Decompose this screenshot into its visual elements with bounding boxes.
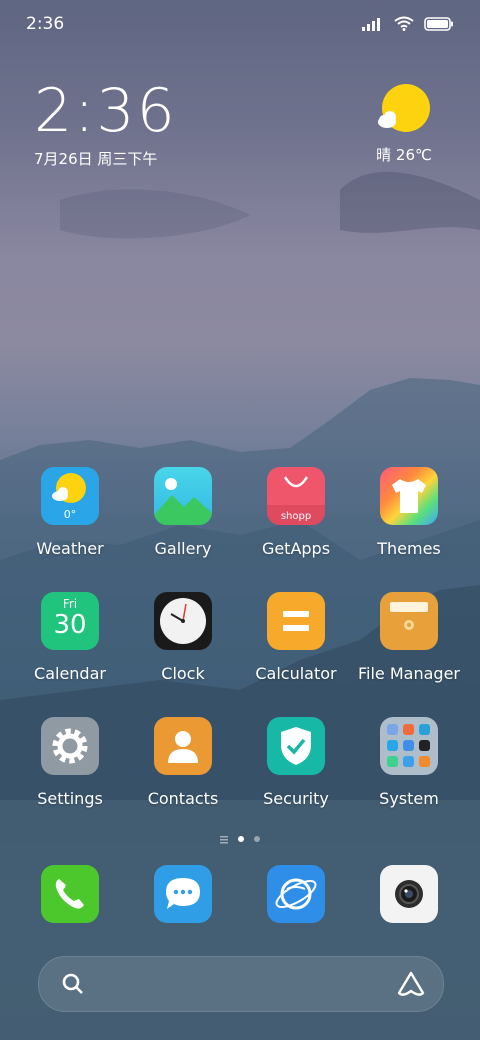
app-label: GetApps <box>261 539 331 558</box>
app-label: Themes <box>377 539 441 558</box>
gear-icon <box>41 717 99 775</box>
phone-icon <box>41 865 99 923</box>
app-label: Security <box>263 789 329 808</box>
weather-info: 晴 26℃ <box>364 144 444 165</box>
page-dot[interactable] <box>254 835 260 842</box>
signal-icon <box>362 16 384 35</box>
app-label: Calculator <box>255 664 337 683</box>
battery-icon <box>424 16 454 35</box>
app-contacts[interactable]: Contacts <box>127 717 239 808</box>
page-indicator[interactable] <box>0 829 480 848</box>
app-weather[interactable]: 0° Weather <box>14 467 126 558</box>
clock-icon <box>154 592 212 650</box>
app-security[interactable]: Security <box>240 717 352 808</box>
calendar-icon: Fri 30 <box>41 592 99 650</box>
page-dot-active[interactable] <box>238 835 244 842</box>
folder-icon <box>380 592 438 650</box>
app-themes[interactable]: Themes <box>353 467 465 558</box>
app-label: Settings <box>37 789 103 808</box>
weather-condition: 晴 <box>376 146 392 164</box>
tshirt-icon <box>380 467 438 525</box>
weather-widget[interactable]: 晴 26℃ <box>364 82 444 165</box>
app-file-manager[interactable]: File Manager <box>353 592 465 683</box>
sun-cloud-icon <box>376 82 432 138</box>
status-bar: 2:36 <box>0 0 480 50</box>
search-bar[interactable] <box>38 956 444 1012</box>
app-calculator[interactable]: Calculator <box>240 592 352 683</box>
chat-bubble-icon <box>154 865 212 923</box>
app-gallery[interactable]: Gallery <box>127 467 239 558</box>
status-icons <box>362 16 454 35</box>
widget-date: 7月26日 周三下午 <box>34 150 158 168</box>
app-label: Gallery <box>154 539 212 558</box>
folder-grid-icon <box>380 717 438 775</box>
app-getapps[interactable]: shopp GetApps <box>240 467 352 558</box>
calendar-day-number: 30 <box>53 610 87 640</box>
widget-time: 2:36 <box>34 76 177 146</box>
dock-phone[interactable] <box>14 865 126 923</box>
app-label: Contacts <box>147 789 219 808</box>
search-icon[interactable] <box>61 972 85 1000</box>
app-label: Clock <box>161 664 205 683</box>
dock-messages[interactable] <box>127 865 239 923</box>
assistant-icon[interactable] <box>397 971 425 1001</box>
menu-lines-icon <box>220 829 228 848</box>
app-label: File Manager <box>358 664 460 683</box>
app-label: System <box>379 789 439 808</box>
app-system-folder[interactable]: System <box>353 717 465 808</box>
dock-browser[interactable] <box>240 865 352 923</box>
weather-temperature: 26℃ <box>395 146 432 164</box>
dock-camera[interactable] <box>353 865 465 923</box>
globe-icon <box>267 865 325 923</box>
calculator-icon <box>267 592 325 650</box>
shopping-bag-text: shopp <box>280 511 312 522</box>
weather-icon-temp: 0° <box>63 508 77 521</box>
clock-widget[interactable]: 2:36 7月26日 周三下午 <box>34 80 177 169</box>
app-clock[interactable]: Clock <box>127 592 239 683</box>
camera-icon <box>380 865 438 923</box>
app-label: Weather <box>36 539 104 558</box>
app-label: Calendar <box>34 664 106 683</box>
wifi-icon <box>394 16 414 35</box>
gallery-icon <box>154 467 212 525</box>
calendar-day-name: Fri <box>62 597 78 611</box>
shield-check-icon <box>267 717 325 775</box>
weather-icon: 0° <box>41 467 99 525</box>
shopping-bag-icon: shopp <box>267 467 325 525</box>
app-settings[interactable]: Settings <box>14 717 126 808</box>
person-icon <box>154 717 212 775</box>
app-calendar[interactable]: Fri 30 Calendar <box>14 592 126 683</box>
status-time: 2:36 <box>26 14 65 34</box>
